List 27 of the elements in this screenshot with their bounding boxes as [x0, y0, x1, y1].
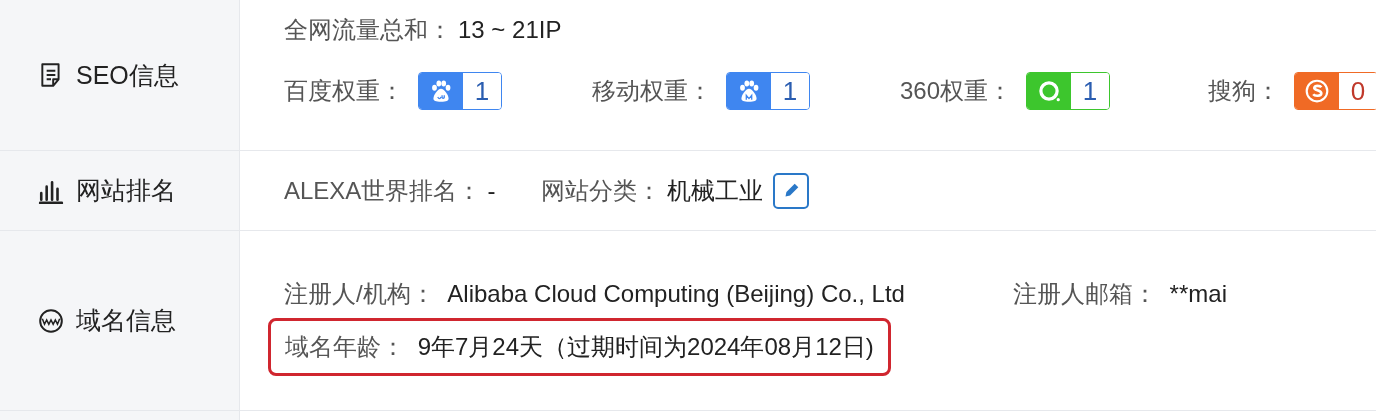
field-label: 搜狗：	[1208, 76, 1280, 106]
rank-badge: 1	[726, 72, 810, 110]
field-label: 移动权重：	[592, 76, 712, 106]
www-icon	[38, 307, 64, 334]
rank-badge: 1	[1026, 72, 1111, 110]
ring-icon	[1036, 78, 1063, 104]
field-label: 全网流量总和：	[284, 15, 452, 45]
field-label: ALEXA世界排名：	[284, 175, 482, 206]
field-value: -	[487, 176, 496, 205]
rank-badge: 1	[418, 72, 502, 110]
rank-badge: 0	[1294, 72, 1376, 110]
section-title: SEO信息	[76, 59, 179, 91]
field-label: 注册人邮箱：	[1012, 279, 1157, 307]
s-logo-icon	[1304, 78, 1330, 104]
field-value: 9年7月24天（过期时间为2024年08月12日)	[417, 332, 874, 360]
field-label: 360权重：	[900, 76, 1013, 106]
field-label: 百度权重：	[284, 76, 404, 106]
field-label: 注册人/机构：	[284, 279, 435, 307]
edit-button[interactable]	[773, 172, 810, 209]
section-title: 域名信息	[76, 305, 176, 336]
field-label: 域名年龄：	[285, 332, 405, 360]
field-value: 机械工业	[667, 175, 764, 206]
field-value: Alibaba Cloud Computing (Beijing) Co., Ltd	[447, 279, 905, 307]
field-value: **mai	[1169, 279, 1227, 307]
field-label: 网站分类：	[541, 175, 662, 206]
section-title: 网站排名	[76, 175, 176, 206]
field-value: 13 ~ 21IP	[458, 16, 562, 44]
